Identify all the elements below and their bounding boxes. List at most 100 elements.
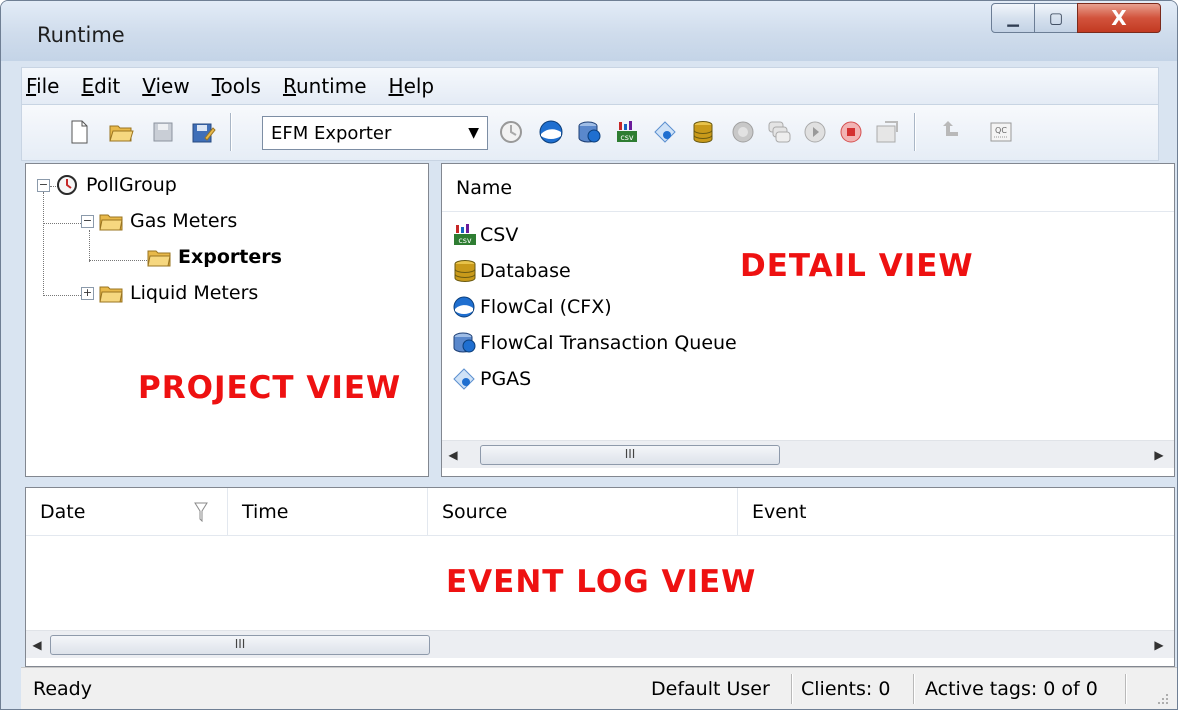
menu-runtime[interactable]: Runtime	[283, 74, 367, 98]
log-horizontal-scrollbar[interactable]: ◀ III ▶	[26, 630, 1174, 658]
column-time[interactable]: Time	[228, 487, 428, 536]
vertical-splitter[interactable]	[429, 163, 441, 477]
folder-icon	[98, 282, 124, 304]
event-log-pane[interactable]: Date Time Source Event EVENT LOG VIEW ◀ …	[25, 487, 1175, 667]
database-icon	[693, 121, 713, 144]
filter-icon	[194, 502, 208, 522]
list-item[interactable]: csv CSV	[452, 224, 518, 246]
tree-node-gas-meters[interactable]: − Gas Meters	[81, 210, 237, 232]
disabled-circle-button[interactable]	[728, 117, 758, 147]
list-item[interactable]: FlowCal Transaction Queue	[452, 332, 737, 354]
menu-tools[interactable]: Tools	[212, 74, 261, 98]
menu-edit[interactable]: Edit	[81, 74, 120, 98]
detail-view-pane[interactable]: Name csv CSV Database FlowCal (CFX) Flow…	[441, 163, 1175, 477]
detail-column-header: Name	[442, 164, 1174, 212]
tree-label-gas-meters: Gas Meters	[130, 210, 238, 232]
tree-node-pollgroup[interactable]: − PollGroup	[37, 174, 177, 196]
status-user: Default User	[651, 678, 770, 700]
toolbar-separator	[230, 113, 231, 151]
chevron-down-icon: ▼	[468, 125, 479, 141]
scroll-right-icon[interactable]: ▶	[1148, 448, 1170, 462]
pollgroup-button[interactable]	[496, 117, 526, 147]
column-source[interactable]: Source	[428, 487, 738, 536]
tree-node-exporters[interactable]: Exporters	[146, 246, 282, 268]
event-log-view-label: EVENT LOG VIEW	[446, 564, 757, 600]
collapse-icon[interactable]: −	[81, 214, 94, 228]
list-item[interactable]: PGAS	[452, 368, 531, 390]
tree-label-exporters: Exporters	[178, 246, 282, 268]
csv-icon: csv	[452, 224, 476, 246]
status-separator	[913, 674, 914, 704]
column-event[interactable]: Event	[738, 488, 1174, 536]
tree-line	[43, 295, 83, 296]
item-label: Database	[480, 260, 571, 282]
expand-icon[interactable]: +	[81, 286, 94, 300]
item-label: PGAS	[480, 368, 532, 390]
menu-view[interactable]: View	[142, 74, 189, 98]
title-bar[interactable]: Runtime ▁ ▢ X	[1, 1, 1177, 61]
close-icon: X	[1111, 6, 1127, 30]
close-button[interactable]: X	[1077, 3, 1161, 33]
qc-button[interactable]: QC	[986, 117, 1016, 147]
exporter-combo-value: EFM Exporter	[271, 122, 392, 144]
undo-icon	[943, 121, 958, 136]
menu-help[interactable]: Help	[389, 74, 435, 98]
column-name[interactable]: Name	[442, 164, 1174, 212]
play-icon	[804, 121, 826, 143]
disabled-stack-icon	[768, 121, 791, 143]
exporter-combo[interactable]: EFM Exporter ▼	[262, 116, 488, 150]
tree-line	[89, 260, 149, 261]
pgas-button[interactable]	[650, 117, 680, 147]
save-button[interactable]	[148, 117, 178, 147]
item-label: FlowCal (CFX)	[480, 296, 612, 318]
column-date[interactable]: Date	[26, 487, 228, 536]
transaction-queue-button[interactable]	[574, 117, 604, 147]
status-active-tags: Active tags: 0 of 0	[925, 678, 1098, 700]
tree-line	[43, 192, 44, 294]
list-item[interactable]: FlowCal (CFX)	[452, 296, 612, 318]
pgas-icon	[452, 368, 476, 390]
stop-button[interactable]	[836, 117, 866, 147]
flowcal-button[interactable]	[536, 117, 566, 147]
log-column-header: Date Time Source Event	[26, 487, 1174, 536]
menu-file[interactable]: File	[26, 74, 59, 98]
tree-node-liquid-meters[interactable]: + Liquid Meters	[81, 282, 258, 304]
csv-button[interactable]: csv	[612, 117, 642, 147]
horizontal-splitter[interactable]	[21, 477, 1177, 487]
folder-icon	[146, 246, 172, 268]
tree-line	[43, 223, 83, 224]
project-view-pane[interactable]: − PollGroup − Gas Meters Exporters + Liq…	[25, 163, 429, 477]
new-file-icon	[71, 120, 88, 144]
scroll-left-icon[interactable]: ◀	[26, 638, 48, 652]
scroll-right-icon[interactable]: ▶	[1148, 638, 1170, 652]
save-as-button[interactable]	[188, 117, 218, 147]
window-title: Runtime	[37, 23, 125, 47]
play-button[interactable]	[800, 117, 830, 147]
resize-grip-icon[interactable]	[1155, 691, 1169, 705]
properties-button[interactable]	[872, 117, 902, 147]
database-icon	[452, 260, 476, 283]
flowcal-icon	[539, 120, 563, 144]
window-controls: ▁ ▢ X	[991, 3, 1161, 33]
status-separator	[1125, 674, 1126, 704]
minimize-button[interactable]: ▁	[991, 3, 1035, 33]
collapse-icon[interactable]: −	[37, 178, 50, 192]
detail-view-label: DETAIL VIEW	[740, 248, 974, 284]
new-button[interactable]	[64, 117, 94, 147]
transaction-queue-icon	[578, 121, 601, 143]
open-button[interactable]	[106, 117, 136, 147]
database-button[interactable]	[688, 117, 718, 147]
scroll-thumb[interactable]: III	[480, 445, 780, 465]
scroll-thumb[interactable]: III	[50, 635, 430, 655]
list-item[interactable]: Database	[452, 260, 571, 283]
status-separator	[791, 674, 792, 704]
menu-bar: File Edit View Tools Runtime Help	[21, 67, 1159, 105]
disabled-stack-button[interactable]	[764, 117, 794, 147]
scroll-left-icon[interactable]: ◀	[442, 448, 464, 462]
status-bar: Ready Default User Clients: 0 Active tag…	[21, 667, 1177, 709]
app-window: Runtime ▁ ▢ X File Edit View Tools Runti…	[0, 0, 1178, 710]
maximize-button[interactable]: ▢	[1034, 3, 1078, 33]
pollgroup-icon	[54, 174, 80, 196]
undo-button[interactable]	[936, 117, 966, 147]
detail-horizontal-scrollbar[interactable]: ◀ III ▶	[442, 440, 1174, 468]
